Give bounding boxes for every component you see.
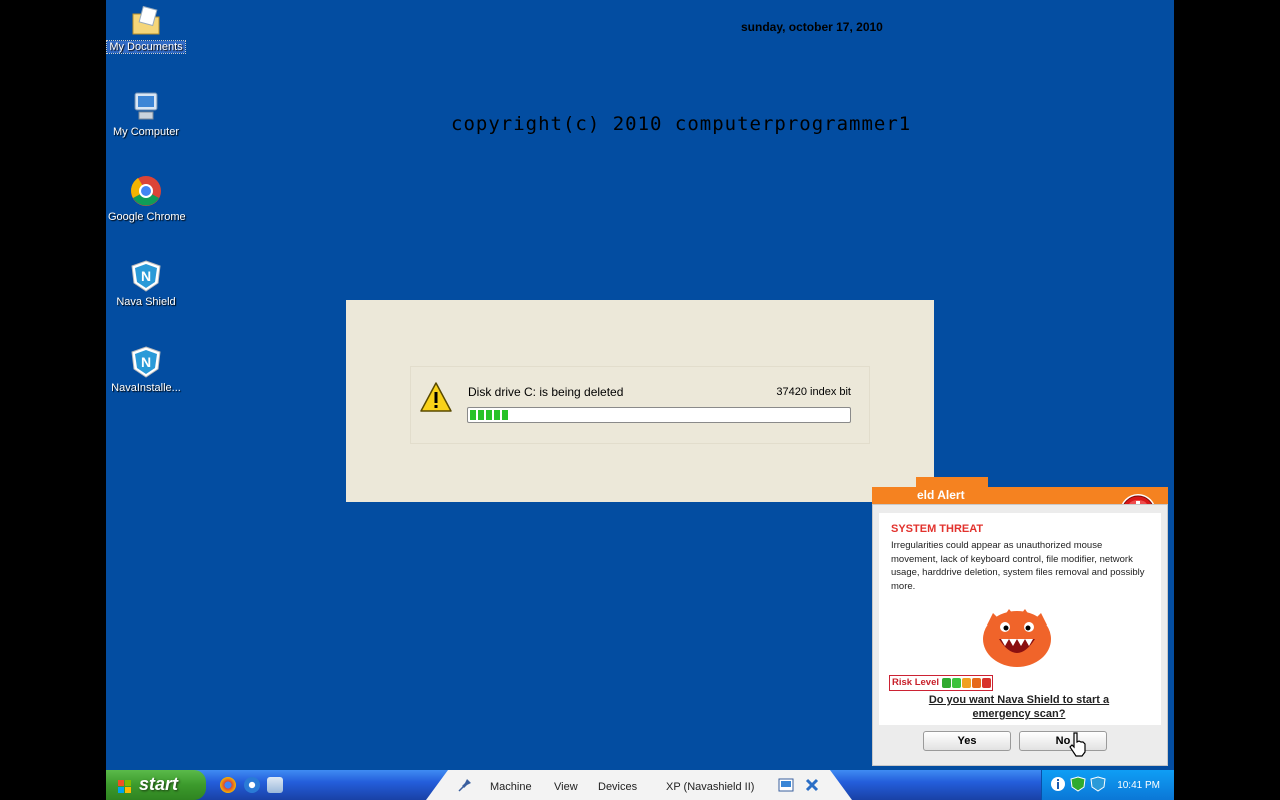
svg-text:N: N <box>141 268 151 284</box>
desktop-icon-my-documents[interactable]: My Documents <box>106 4 186 54</box>
clock: 10:41 PM <box>1117 780 1160 791</box>
start-label: start <box>139 774 179 794</box>
start-button[interactable]: start <box>106 770 206 800</box>
deletion-progress-bar <box>467 407 851 423</box>
desktop-icon-label: My Documents <box>106 40 186 54</box>
alert-title: eld Alert <box>917 488 965 502</box>
hand-cursor-icon <box>1068 731 1088 762</box>
risk-level-segment <box>942 678 951 688</box>
yes-button[interactable]: Yes <box>923 731 1011 751</box>
index-bit-count: 37420 index bit <box>776 386 851 398</box>
progress-fill <box>470 410 508 420</box>
risk-level-segment <box>952 678 961 688</box>
chrome-icon <box>129 174 163 208</box>
desktop-icon-label: Google Chrome <box>108 211 186 223</box>
menu-devices[interactable]: Devices <box>598 781 637 793</box>
risk-level-segment <box>982 678 991 688</box>
desktop-icon-my-computer[interactable]: My Computer <box>106 89 186 138</box>
taskbar: start Machine View Devices XP (Navashiel… <box>106 770 1174 800</box>
deletion-panel: Disk drive C: is being deleted 37420 ind… <box>410 366 870 444</box>
close-vm-icon[interactable] <box>804 777 820 798</box>
deletion-dialog: Disk drive C: is being deleted 37420 ind… <box>346 300 934 502</box>
risk-level-meter: Risk Level <box>889 675 993 691</box>
nava-shield-icon: N <box>129 259 163 293</box>
folder-documents-icon <box>129 4 163 38</box>
vm-name: XP (Navashield II) <box>666 781 755 793</box>
computer-icon <box>129 89 163 123</box>
desktop: sunday, october 17, 2010 copyright(c) 20… <box>106 0 1174 800</box>
desktop-icon-label: My Computer <box>112 126 180 138</box>
desktop-icon-nava-installer[interactable]: N NavaInstalle... <box>106 345 186 394</box>
vm-menubar: Machine View Devices XP (Navashield II) <box>426 770 852 800</box>
alert-body: SYSTEM THREAT Irregularities could appea… <box>872 504 1168 766</box>
risk-level-label: Risk Level <box>892 677 939 688</box>
desktop-icon-google-chrome[interactable]: Google Chrome <box>106 174 186 223</box>
minimize-window-icon[interactable] <box>778 778 794 797</box>
alert-panel: SYSTEM THREAT Irregularities could appea… <box>879 513 1161 725</box>
tray-nava-shield-icon[interactable] <box>1090 776 1106 797</box>
quicklaunch-ie-icon[interactable] <box>244 777 260 793</box>
pin-icon[interactable] <box>458 778 472 797</box>
nava-installer-icon: N <box>129 345 163 379</box>
system-tray: 10:41 PM <box>1041 770 1174 800</box>
desktop-icon-label: Nava Shield <box>116 296 176 308</box>
windows-flag-icon <box>118 778 132 793</box>
deletion-message: Disk drive C: is being deleted <box>468 385 624 399</box>
svg-text:N: N <box>141 354 151 370</box>
desktop-icon-nava-shield[interactable]: N Nava Shield <box>106 259 186 308</box>
risk-level-segment <box>962 678 971 688</box>
quicklaunch-desktop-icon[interactable] <box>267 777 283 793</box>
monster-mascot-icon <box>979 605 1055 674</box>
quicklaunch-chrome-icon[interactable] <box>220 777 236 793</box>
nava-shield-alert: eld Alert SYSTEM THREAT Irregularities c… <box>872 474 1168 766</box>
menu-view[interactable]: View <box>554 781 578 793</box>
tray-security-shield-icon[interactable] <box>1070 776 1086 797</box>
scan-question: Do you want Nava Shield to start a emerg… <box>928 694 1110 720</box>
copyright-text: copyright(c) 2010 computerprogrammer1 <box>451 113 912 135</box>
no-button[interactable]: No <box>1019 731 1107 751</box>
threat-description: Irregularities could appear as unauthori… <box>891 540 1145 592</box>
tray-info-icon[interactable] <box>1050 776 1066 797</box>
warning-icon <box>419 381 453 418</box>
desktop-icon-label: NavaInstalle... <box>111 382 181 394</box>
menu-machine[interactable]: Machine <box>490 781 532 793</box>
threat-heading: SYSTEM THREAT <box>891 523 984 535</box>
date-text: sunday, october 17, 2010 <box>741 20 883 34</box>
risk-level-segment <box>972 678 981 688</box>
